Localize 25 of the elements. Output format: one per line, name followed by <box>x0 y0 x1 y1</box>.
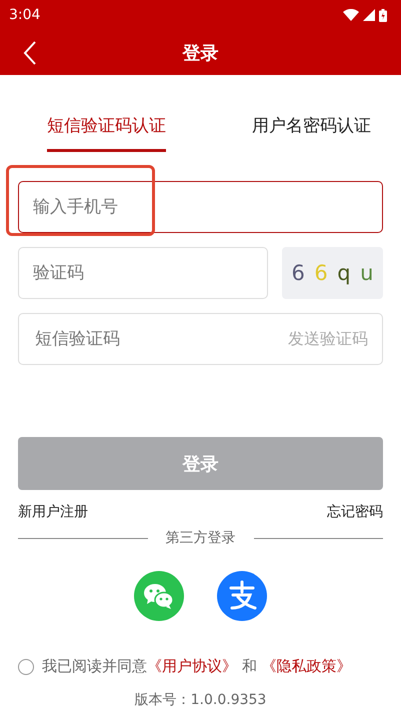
status-time: 3:04 <box>9 7 40 23</box>
captcha-image[interactable]: 6 6 q u <box>282 247 383 299</box>
version-text: 版本号：1.0.0.9353 <box>134 692 266 708</box>
captcha-char: q <box>337 261 351 285</box>
login-tab[interactable]: 用户名密码认证 <box>252 113 371 152</box>
captcha-input-field[interactable]: 验证码 <box>18 247 268 299</box>
register-link[interactable]: 新用户注册 <box>18 503 88 521</box>
third-party-login-label: 第三方登录 <box>166 529 236 547</box>
signal-icon <box>363 9 375 21</box>
agreement-radio[interactable] <box>18 658 34 674</box>
page-title: 登录 <box>182 42 218 64</box>
captcha-char: 6 <box>314 261 328 285</box>
forgot-password-link[interactable]: 忘记密码 <box>327 503 383 521</box>
back-icon[interactable] <box>22 40 38 66</box>
login-tab[interactable]: 短信验证码认证 <box>47 113 166 152</box>
captcha-char: u <box>360 261 374 285</box>
battery-icon <box>379 8 387 22</box>
phone-input-field[interactable]: 输入手机号 <box>18 181 383 233</box>
privacy-policy-link[interactable]: 《隐私政策》 <box>262 657 352 675</box>
alipay-login-button[interactable] <box>217 571 267 621</box>
agreement-text: 我已阅读并同意《用户协议》 和 《隐私政策》 <box>42 657 352 676</box>
wechat-login-button[interactable] <box>134 571 184 621</box>
wifi-icon <box>343 9 359 21</box>
captcha-char: 6 <box>292 261 305 285</box>
user-agreement-link[interactable]: 《用户协议》 <box>147 657 237 675</box>
